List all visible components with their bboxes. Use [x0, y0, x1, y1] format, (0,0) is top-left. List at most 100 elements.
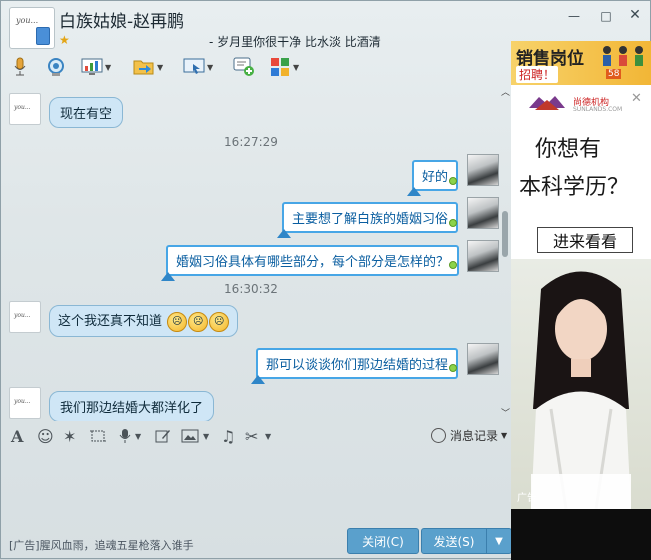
online-status-icon	[449, 219, 457, 227]
my-avatar[interactable]	[467, 343, 499, 375]
close-window-button[interactable]: ✕	[626, 7, 644, 23]
message-text: 好的	[422, 170, 449, 185]
mobile-online-icon	[36, 27, 50, 45]
bubble-tail	[251, 375, 265, 384]
message-bubble-sent: 婚姻习俗具体有哪些部分，每个部分是怎样的？	[161, 245, 460, 281]
font-icon[interactable]: A	[11, 425, 23, 447]
ad-panel[interactable]: 销售岗位 招聘！ 58 ✕ 尚德机构 SUNLANDS.COM 你想有 本科学历…	[511, 41, 651, 560]
image-icon[interactable]	[181, 425, 199, 447]
message-list[interactable]: you... 现在有空 16:27:29 好的 主要想了解白族的婚姻习俗 婚姻习…	[1, 85, 511, 421]
message-bubble-received: 我们那边结婚大都洋化了	[49, 391, 215, 421]
message-bubble-sent: 主要想了解白族的婚姻习俗	[277, 202, 459, 238]
online-status-icon	[449, 261, 457, 269]
ad-close-icon[interactable]: ✕	[631, 91, 642, 106]
bubble-tail	[407, 187, 421, 196]
camera-icon	[45, 56, 67, 78]
scroll-up-icon[interactable]: ︿	[501, 85, 510, 98]
sad-face-emoji-icon: ☹	[167, 311, 188, 332]
chevron-down-icon[interactable]: ▼	[157, 63, 163, 72]
contact-avatar-small[interactable]: you...	[9, 387, 41, 419]
chat-toolbar: ▼ ▼ ▼ ▼	[7, 55, 317, 81]
monitor-icon	[183, 56, 205, 78]
close-button[interactable]: 关闭(C)	[347, 528, 419, 554]
chevron-down-icon[interactable]: ▼	[135, 425, 141, 447]
contact-avatar-small[interactable]: you...	[9, 93, 41, 125]
my-avatar[interactable]	[467, 197, 499, 229]
contact-avatar-small[interactable]: you...	[9, 301, 41, 333]
video-call-button[interactable]	[45, 55, 67, 79]
scroll-thumb[interactable]	[502, 211, 508, 257]
chat-scrollbar[interactable]: ︿ ﹀	[499, 85, 511, 421]
edit-image-icon[interactable]	[155, 425, 171, 447]
microphone-icon	[9, 56, 31, 78]
ad-label: 广告	[517, 493, 537, 504]
online-status-icon	[449, 177, 457, 185]
message-input[interactable]	[1, 449, 511, 525]
ad-banner[interactable]: 销售岗位 招聘！ 58	[511, 41, 651, 85]
voice-message-icon[interactable]	[119, 425, 131, 447]
message-bubble-sent: 好的	[407, 160, 459, 196]
chat-window: you... 白族姑娘-赵再鹏 ★ - 岁月里你很干净 比水淡 比酒清 — □ …	[0, 0, 651, 560]
message-text: 那可以谈谈你们那边结婚的过程	[266, 358, 449, 373]
message-text: 主要想了解白族的婚姻习俗	[292, 212, 449, 227]
clock-icon	[431, 428, 446, 443]
star-icon[interactable]: ★	[59, 33, 70, 47]
maximize-button[interactable]: □	[597, 9, 615, 23]
message-timestamp: 16:30:32	[224, 282, 278, 296]
message-history-label: 消息记录	[450, 429, 499, 443]
ad-question-line2: 本科学历？	[519, 175, 630, 200]
ad-banner-sub: 招聘！	[516, 66, 559, 83]
chevron-down-icon[interactable]: ▼	[501, 431, 507, 440]
contact-name[interactable]: 白族姑娘-赵再鹏	[59, 7, 184, 32]
send-options-button[interactable]: ▼	[486, 528, 512, 554]
remote-assist-button[interactable]: ▼	[183, 55, 213, 79]
ad-footer-strip	[511, 509, 651, 560]
format-toolbar: A ☺ ✶ ▼ ▼ ♫ ✂ ▼	[7, 425, 501, 447]
footer-ad-link[interactable]: [广告]腥风血雨，追魂五星枪落入谁手	[9, 537, 194, 553]
online-status-icon	[449, 364, 457, 372]
create-discussion-button[interactable]	[233, 55, 255, 79]
ad-person-image	[531, 271, 631, 509]
ad-photo[interactable]: 广告	[511, 259, 651, 509]
voice-call-button[interactable]	[9, 55, 31, 79]
emoji-icon[interactable]: ☺	[37, 425, 54, 447]
my-avatar[interactable]	[467, 154, 499, 186]
contact-avatar[interactable]: you...	[9, 7, 55, 49]
message-history-button[interactable]: 消息记录 ▼	[431, 427, 507, 444]
message-timestamp: 16:27:29	[224, 135, 278, 149]
chevron-down-icon[interactable]: ▼	[207, 63, 213, 72]
app-button[interactable]: ▼	[81, 55, 111, 79]
sad-face-emoji-icon: ☹	[188, 311, 209, 332]
message-bubble-received: 现在有空	[49, 97, 124, 128]
bubble-tail	[161, 272, 175, 281]
avatar-text: you...	[16, 16, 39, 25]
sunlands-logo-icon	[529, 96, 565, 110]
apps-button[interactable]: ▼	[269, 55, 299, 79]
minimize-button[interactable]: —	[565, 9, 583, 23]
chevron-down-icon[interactable]: ▼	[203, 425, 209, 447]
bubble-tail	[277, 229, 291, 238]
shake-icon[interactable]: ✶	[63, 425, 76, 447]
my-avatar[interactable]	[467, 240, 499, 272]
ad-banner-site: 58	[606, 69, 622, 79]
ad-cta-button[interactable]: 进来看看	[537, 227, 633, 253]
people-icon	[603, 46, 643, 66]
message-text: 婚姻习俗具体有哪些部分，每个部分是怎样的？	[176, 255, 450, 270]
scroll-down-icon[interactable]: ﹀	[501, 406, 510, 419]
screenshot-icon[interactable]	[89, 425, 107, 447]
send-button[interactable]: 发送(S)	[421, 528, 487, 554]
chevron-down-icon[interactable]: ▼	[293, 63, 299, 72]
chat-add-icon	[233, 56, 255, 78]
message-bubble-received: 这个我还真不知道 ☹ ☹ ☹	[49, 305, 239, 337]
chevron-down-icon[interactable]: ▼	[105, 63, 111, 72]
ad-question-line1: 你想有	[535, 137, 602, 162]
contact-signature: - 岁月里你很干净 比水淡 比酒清	[209, 35, 381, 49]
file-transfer-button[interactable]: ▼	[133, 55, 163, 79]
scissors-icon[interactable]: ✂	[245, 425, 258, 447]
music-icon[interactable]: ♫	[221, 425, 235, 447]
message-text: 这个我还真不知道	[58, 314, 163, 329]
ad-logo-sub: SUNLANDS.COM	[573, 106, 623, 113]
chevron-down-icon[interactable]: ▼	[265, 425, 271, 447]
folder-arrow-icon	[133, 56, 155, 78]
grid-icon	[269, 56, 291, 78]
